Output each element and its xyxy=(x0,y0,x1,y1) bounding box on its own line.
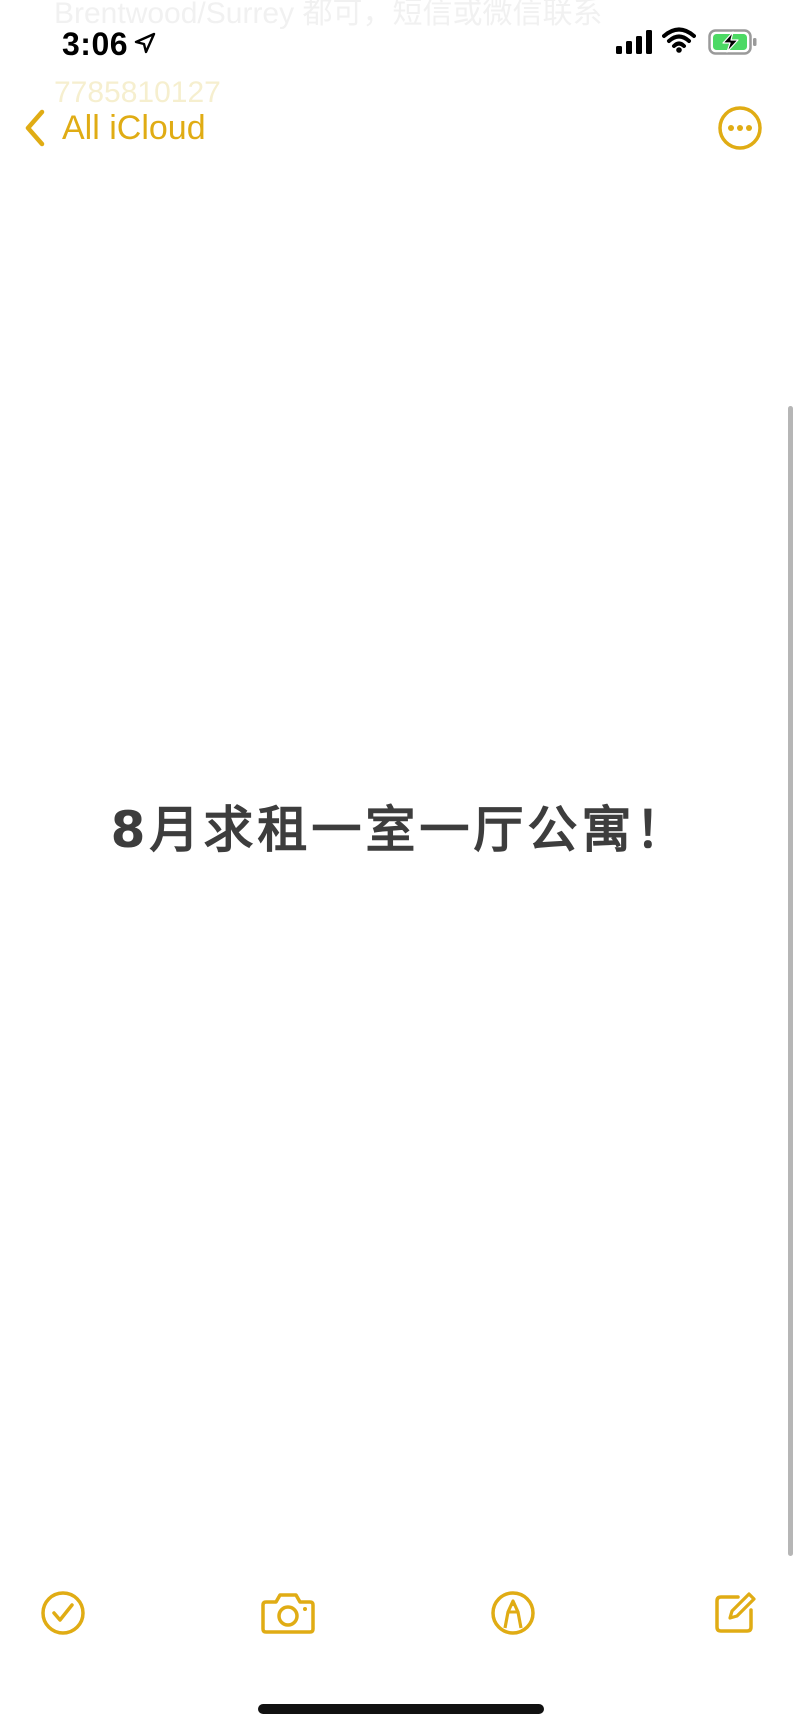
compose-icon[interactable] xyxy=(712,1590,758,1636)
status-time: 3:06 xyxy=(62,26,129,62)
markup-icon[interactable] xyxy=(490,1590,536,1636)
ellipsis-circle-icon[interactable] xyxy=(716,104,764,152)
note-content-area[interactable]: 8月求租一室一厅公寓！ xyxy=(0,160,800,1560)
scrollbar[interactable] xyxy=(788,406,793,1556)
location-arrow-icon xyxy=(134,32,156,54)
battery-charging-icon xyxy=(708,29,757,55)
home-indicator[interactable] xyxy=(258,1704,544,1714)
navigation-bar: All iCloud xyxy=(0,96,800,160)
wifi-icon xyxy=(662,27,696,53)
status-bar: Brentwood/Surrey 都可，短信或微信联系 7785810127 3… xyxy=(0,0,800,109)
checklist-icon[interactable] xyxy=(40,1590,86,1636)
cellular-signal-icon xyxy=(616,30,652,54)
back-button[interactable]: All iCloud xyxy=(20,106,206,150)
back-button-label: All iCloud xyxy=(62,108,206,147)
bottom-toolbar xyxy=(0,1590,800,1660)
note-title: 8月求租一室一厅公寓！ xyxy=(110,801,690,859)
background-note-text-line1: Brentwood/Surrey 都可，短信或微信联系 xyxy=(54,0,603,30)
camera-icon[interactable] xyxy=(260,1590,316,1636)
chevron-left-icon xyxy=(25,109,45,147)
